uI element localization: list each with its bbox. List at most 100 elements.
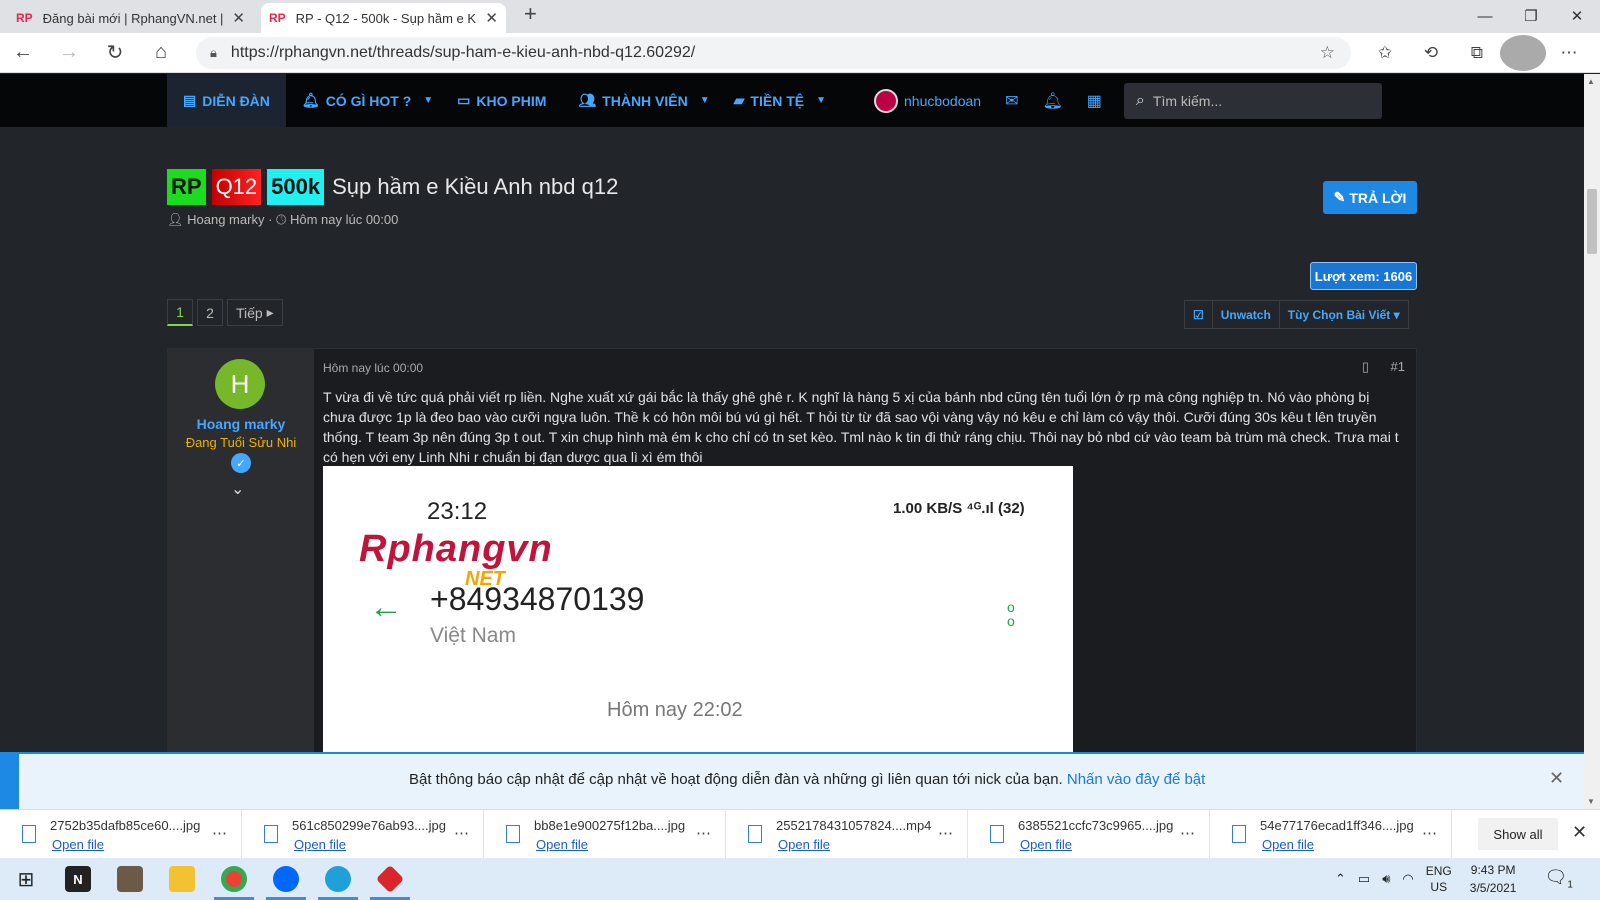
history-icon[interactable]: ⟲ xyxy=(1408,35,1454,71)
thread-date[interactable]: Hôm nay lúc 00:00 xyxy=(290,212,398,227)
window-close-icon[interactable]: ✕ xyxy=(1554,0,1600,32)
notion-icon[interactable]: N xyxy=(52,858,104,900)
new-tab-button[interactable]: + xyxy=(524,0,537,29)
chrome-icon[interactable] xyxy=(208,858,260,900)
bookmark-icon[interactable]: ▯ xyxy=(1362,359,1369,375)
scroll-up-icon[interactable]: ▲ xyxy=(1587,77,1595,86)
chevron-down-icon[interactable]: ▼ xyxy=(700,95,710,106)
battery-icon[interactable]: ▭ xyxy=(1358,871,1370,887)
scroll-thumb[interactable] xyxy=(1587,189,1597,254)
collections-icon[interactable]: ⧉ xyxy=(1454,35,1500,71)
post-number[interactable]: #1 xyxy=(1391,359,1405,374)
more-icon[interactable]: ⋯ xyxy=(1180,824,1195,842)
nav-co-gi-hot[interactable]: 🔔︎ CÓ GÌ HOT ? xyxy=(286,74,427,127)
open-file-link[interactable]: Open file xyxy=(294,837,346,852)
minimize-icon[interactable]: — xyxy=(1462,0,1508,32)
zalo-icon[interactable] xyxy=(260,858,312,900)
more-icon[interactable]: ⋯ xyxy=(454,824,469,842)
store-icon[interactable]: ▦ xyxy=(1087,91,1102,111)
post-author-name[interactable]: Hoang marky xyxy=(168,416,314,432)
checkbox-icon[interactable]: ☑ xyxy=(1185,301,1213,328)
scroll-down-icon[interactable]: ▼ xyxy=(1587,797,1595,806)
refresh-icon[interactable]: ↻ xyxy=(92,35,138,71)
tray-chevron-icon[interactable]: ⌃ xyxy=(1335,871,1346,887)
enable-notifications-link[interactable]: Nhấn vào đây để bật xyxy=(1067,771,1205,788)
action-center-icon[interactable]: 🗨︎1 xyxy=(1544,867,1572,891)
page-scrollbar[interactable]: ▲ ▼ xyxy=(1584,74,1600,809)
window-controls: — ❐ ✕ xyxy=(1462,0,1600,32)
nav-tien-te[interactable]: ▰ TIỀN TỆ xyxy=(718,74,820,127)
lock-icon[interactable]: 🔒︎ xyxy=(210,45,217,61)
close-icon[interactable]: ✕ xyxy=(1549,768,1564,789)
prefix-price-badge[interactable]: 500k xyxy=(267,169,325,205)
nav-dien-dan[interactable]: ▤ DIỄN ĐÀN xyxy=(167,74,286,127)
user-menu[interactable]: nhucbodoan xyxy=(874,88,981,113)
page-2-button[interactable]: 2 xyxy=(197,299,223,326)
profile-icon[interactable] xyxy=(1500,35,1546,71)
post: H Hoang marky Đang Tuổi Sửu Nhi ✓ ⌄ Hôm … xyxy=(167,348,1417,769)
browser-tab-2[interactable]: RP RP - Q12 - 500k - Sụp hầm e Kiề ✕ xyxy=(261,3,506,33)
open-file-link[interactable]: Open file xyxy=(1020,837,1072,852)
home-icon[interactable]: ⌂ xyxy=(138,35,184,71)
wifi-icon[interactable]: ◠ xyxy=(1402,871,1413,887)
chevron-down-icon[interactable]: ⌄ xyxy=(231,479,244,499)
download-item[interactable]: 561c850299e76ab93....jpg Open file ⋯ xyxy=(242,809,484,859)
more-icon[interactable]: ⋯ xyxy=(938,824,953,842)
back-icon[interactable]: ← xyxy=(0,35,46,71)
clock[interactable]: 9:43 PM 3/5/2021 xyxy=(1470,861,1517,897)
prefix-area-badge[interactable]: Q12 xyxy=(211,169,262,205)
restore-icon[interactable]: ❐ xyxy=(1508,0,1554,32)
favorites-icon[interactable]: ✩ xyxy=(1362,35,1408,71)
open-file-link[interactable]: Open file xyxy=(52,837,104,852)
notification-bell-icon[interactable]: 🔔︎ xyxy=(1042,91,1062,111)
download-item[interactable]: 2552178431057824....mp4 Open file ⋯ xyxy=(726,809,968,859)
file-explorer-icon[interactable] xyxy=(156,858,208,900)
volume-icon[interactable]: 🔊︎ xyxy=(1382,871,1390,887)
open-file-link[interactable]: Open file xyxy=(1262,837,1314,852)
next-page-button[interactable]: Tiếp ▸ xyxy=(227,299,283,326)
thread-author[interactable]: Hoang marky xyxy=(187,212,264,227)
tab-close-icon[interactable]: ✕ xyxy=(232,9,245,27)
url-text[interactable]: https://rphangvn.net/threads/sup-ham-e-k… xyxy=(231,44,1320,62)
nav-kho-phim[interactable]: ▭ KHO PHIM xyxy=(441,74,562,127)
thread-options-dropdown[interactable]: Tùy Chọn Bài Viết ▾ xyxy=(1280,301,1408,328)
forward-icon[interactable]: → xyxy=(46,35,92,71)
app-red-icon[interactable] xyxy=(364,858,416,900)
download-item[interactable]: 2752b35dafb85ce60....jpg Open file ⋯ xyxy=(0,809,242,859)
more-icon[interactable]: ⋯ xyxy=(212,824,227,842)
system-tray: ⌃ ▭ 🔊︎ ◠ ENG US 9:43 PM 3/5/2021 🗨︎1 xyxy=(1335,858,1585,900)
game-app-icon[interactable] xyxy=(104,858,156,900)
download-item[interactable]: 6385521ccfc73c9965....jpg Open file ⋯ xyxy=(968,809,1210,859)
close-downloads-icon[interactable]: ✕ xyxy=(1572,822,1587,843)
post-image[interactable]: 23:12 1.00 KB/S ⁴ᴳ.ıl (32) Rphangvn NET … xyxy=(323,466,1073,766)
avatar[interactable]: H xyxy=(215,359,265,409)
download-item[interactable]: bb8e1e900275f12ba....jpg Open file ⋯ xyxy=(484,809,726,859)
more-icon[interactable]: ⋯ xyxy=(1422,824,1437,842)
add-favorite-icon[interactable]: ☆ xyxy=(1320,43,1335,63)
url-field[interactable]: 🔒︎ https://rphangvn.net/threads/sup-ham-… xyxy=(196,37,1351,69)
download-item[interactable]: 54e77176ecad1ff346....jpg Open file ⋯ xyxy=(1210,809,1452,859)
post-date[interactable]: Hôm nay lúc 00:00 xyxy=(323,361,423,375)
page-1-button[interactable]: 1 xyxy=(167,299,193,326)
chevron-down-icon[interactable]: ▼ xyxy=(816,95,826,106)
image-phone: +84934870139 xyxy=(430,581,645,617)
unwatch-button[interactable]: Unwatch xyxy=(1213,301,1280,328)
open-file-link[interactable]: Open file xyxy=(778,837,830,852)
open-file-link[interactable]: Open file xyxy=(536,837,588,852)
windows-start-icon[interactable]: ⊞ xyxy=(0,858,52,900)
search-input[interactable]: ⌕ Tìm kiếm... xyxy=(1123,82,1382,119)
edge-icon[interactable] xyxy=(312,858,364,900)
tab-close-icon[interactable]: ✕ xyxy=(485,9,498,27)
show-all-button[interactable]: Show all xyxy=(1478,818,1558,850)
reply-button[interactable]: ✎ TRẢ LỜI xyxy=(1323,181,1417,214)
more-icon[interactable]: ⋯ xyxy=(696,824,711,842)
search-placeholder: Tìm kiếm... xyxy=(1152,92,1223,109)
mail-icon[interactable]: ✉ xyxy=(1005,91,1018,111)
chevron-down-icon[interactable]: ▼ xyxy=(423,95,433,106)
downloads-bar: 2752b35dafb85ce60....jpg Open file ⋯ 561… xyxy=(0,809,1600,859)
prefix-rp-badge[interactable]: RP xyxy=(167,169,206,205)
more-icon[interactable]: ⋯ xyxy=(1546,35,1592,71)
language-indicator[interactable]: ENG US xyxy=(1426,863,1452,895)
browser-tab-1[interactable]: RP Đăng bài mới | RphangVN.net | Đ ✕ xyxy=(8,3,253,33)
nav-thanh-vien[interactable]: 👥︎ THÀNH VIÊN xyxy=(562,74,703,127)
